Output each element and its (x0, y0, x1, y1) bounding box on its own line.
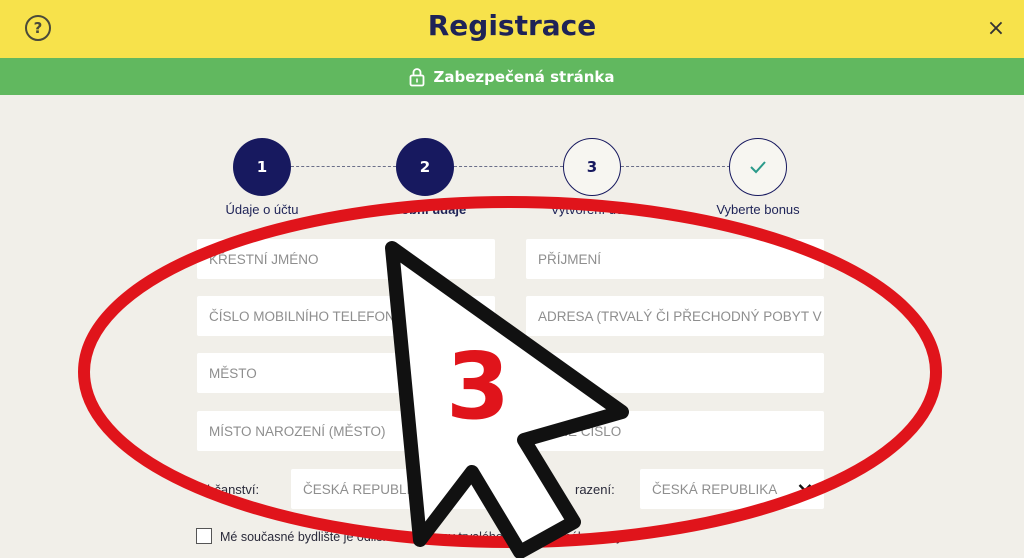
page-title: Registrace (427, 9, 597, 42)
registration-stepper: 1 Údaje o účtu 2 Osobní údaje 3 Vytvořen… (0, 130, 1024, 220)
birthplace-input[interactable]: MÍSTO NAROZENÍ (MĚSTO) (197, 411, 495, 451)
city-input[interactable]: MĚSTO (197, 353, 495, 393)
birth-country-label: razení: (575, 482, 615, 497)
birth-country-value: ČESKÁ REPUBLIKA (652, 481, 778, 497)
chevron-down-icon (798, 484, 812, 493)
step-label: Vyberte bonus (716, 202, 800, 217)
step-account-details[interactable]: 1 Údaje o účtu (182, 138, 342, 217)
birth-number-input[interactable]: ODNÉ ČÍSLO (526, 411, 824, 451)
step-number: 1 (233, 138, 291, 196)
lock-icon (410, 67, 425, 86)
mobile-phone-input[interactable]: ČÍSLO MOBILNÍHO TELEFONU: +42 (197, 296, 495, 336)
postal-code-input[interactable] (526, 353, 824, 393)
checkmark-icon (729, 138, 787, 196)
header-bar: ? Registrace × (0, 0, 1024, 58)
step-label: Vytvoření účtu (550, 202, 634, 217)
step-number: 2 (396, 138, 454, 196)
citizenship-select[interactable]: ČESKÁ REPUBLIKA (291, 469, 495, 509)
address-input[interactable]: ADRESA (TRVALÝ ČI PŘECHODNÝ POBYT V ČR) (526, 296, 824, 336)
secure-page-text: Zabezpečená stránka (433, 67, 615, 86)
secure-page-bar: Zabezpečená stránka (0, 58, 1024, 95)
residence-different-checkbox[interactable] (196, 528, 212, 544)
step-label: Údaje o účtu (225, 202, 299, 217)
citizenship-label: Občanství: (197, 482, 260, 497)
residence-different-label: Mé současné bydliště je odlišné od adres… (220, 530, 633, 544)
first-name-input[interactable]: KŘESTNÍ JMÉNO (197, 239, 495, 279)
step-choose-bonus[interactable]: Vyberte bonus (678, 138, 838, 217)
step-personal-details[interactable]: 2 Osobní údaje (345, 138, 505, 217)
last-name-input[interactable]: PŘÍJMENÍ (526, 239, 824, 279)
step-number: 3 (563, 138, 621, 196)
close-icon[interactable]: × (982, 14, 1010, 42)
birth-country-select[interactable]: ČESKÁ REPUBLIKA (640, 469, 824, 509)
step-create-account[interactable]: 3 Vytvoření účtu (512, 138, 672, 217)
step-label: Osobní údaje (383, 202, 467, 217)
